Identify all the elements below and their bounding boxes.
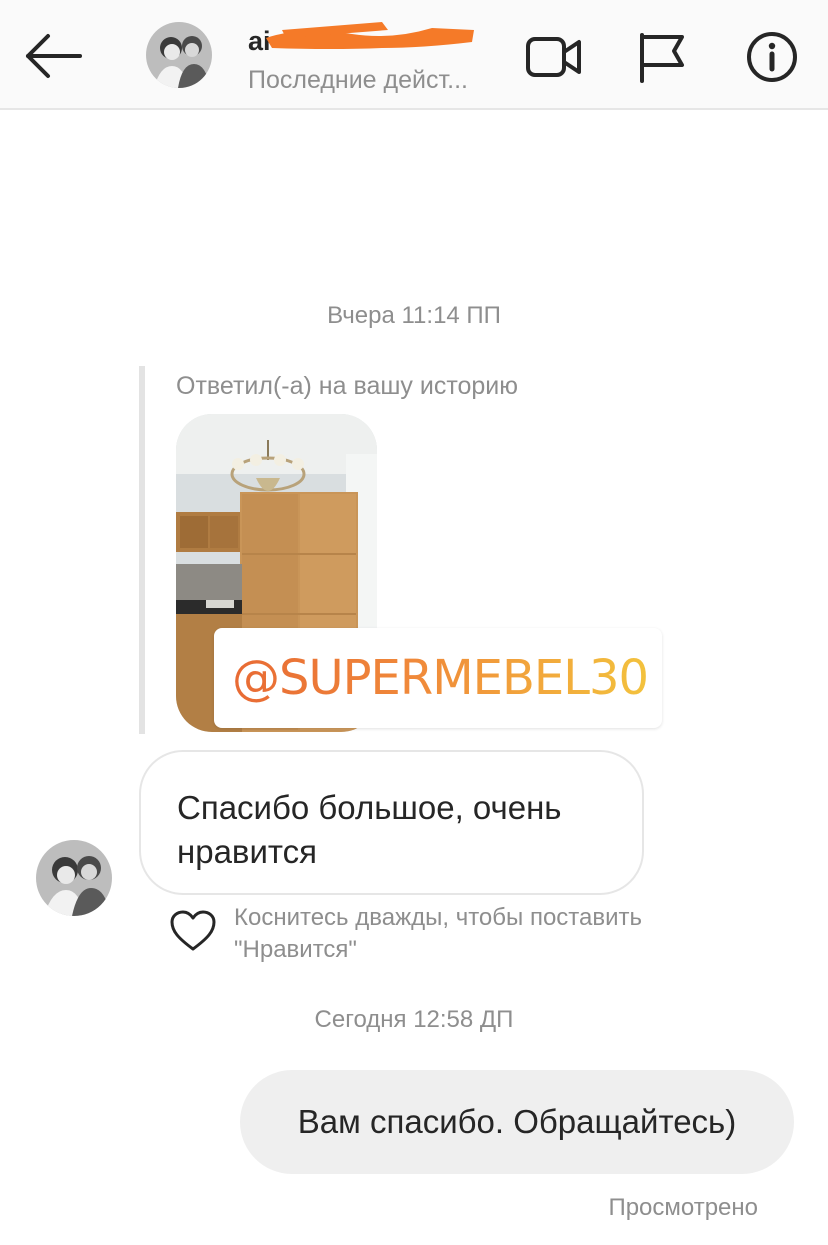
redaction-mark [266, 22, 474, 49]
timestamp-today: Сегодня 12:58 ДП [314, 1006, 514, 1033]
flag-icon [640, 33, 684, 83]
video-camera-icon [526, 37, 581, 77]
contact-avatar[interactable] [146, 22, 212, 88]
incoming-message-bubble[interactable]: Спасибо большое, очень нравится [139, 750, 644, 895]
report-button[interactable] [632, 28, 692, 86]
arrow-left-icon [26, 34, 82, 78]
back-button[interactable] [22, 26, 86, 86]
video-call-button[interactable] [524, 28, 584, 86]
info-icon [747, 32, 797, 82]
like-button[interactable] [168, 908, 218, 954]
double-tap-like-hint: Коснитесь дважды, чтобы поставить "Нрави… [234, 904, 643, 963]
outgoing-message-bubble[interactable]: Вам спасибо. Обращайтесь) [240, 1070, 794, 1174]
chat-header: ai Последние дейст... [0, 0, 828, 110]
info-button[interactable] [742, 28, 802, 86]
reply-quote-bar [139, 366, 145, 734]
outgoing-message-text: Вам спасибо. Обращайтесь) [297, 1103, 737, 1140]
mention-text: @SUPERMEBEL30 [232, 650, 649, 706]
story-reply-label: Ответил(-а) на вашу историю [176, 372, 519, 400]
mention-sticker[interactable]: @SUPERMEBEL30 [214, 628, 662, 728]
seen-status: Просмотрено [608, 1194, 758, 1221]
timestamp-yesterday: Вчера 11:14 ПП [327, 302, 501, 329]
presence-status: Последние дейст... [248, 66, 468, 94]
sender-avatar[interactable] [36, 840, 112, 916]
heart-icon [170, 910, 216, 951]
incoming-message-text: Спасибо большое, очень нравится [177, 789, 562, 870]
